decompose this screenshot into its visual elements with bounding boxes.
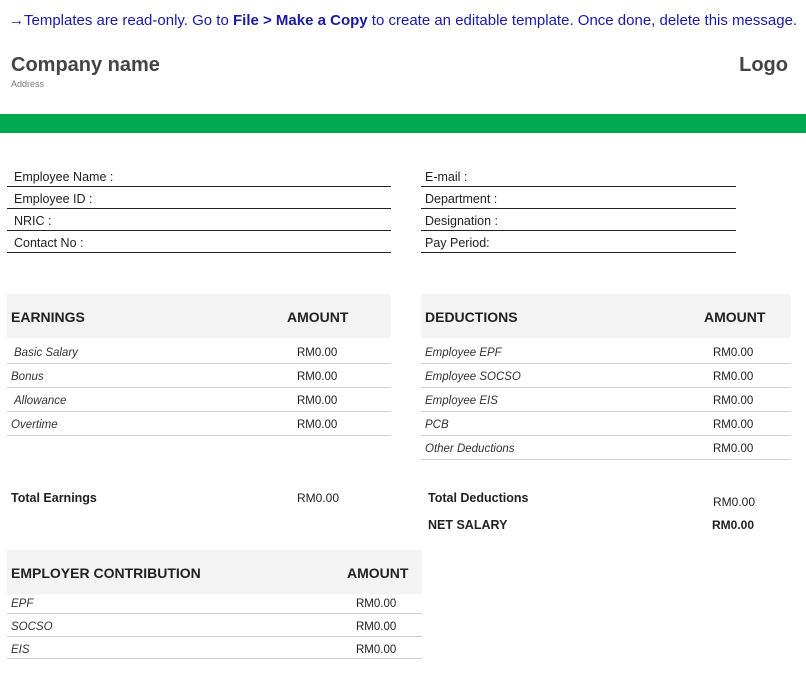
earnings-row-label: Basic Salary <box>14 347 78 359</box>
earnings-row: Bonus RM0.00 <box>7 364 391 388</box>
logo-placeholder: Logo <box>739 54 788 76</box>
deductions-row-label: Employee EIS <box>425 395 498 407</box>
employer-row-label: EPF <box>11 598 34 610</box>
designation-field: Designation : <box>421 209 736 231</box>
deductions-row: PCB RM0.00 <box>421 412 791 436</box>
earnings-row-value: RM0.00 <box>297 371 338 383</box>
deductions-row: Employee SOCSO RM0.00 <box>421 364 791 388</box>
deductions-row-label: Employee SOCSO <box>425 371 521 383</box>
accent-bar <box>0 114 806 133</box>
net-salary-value: RM0.00 <box>712 518 755 532</box>
earnings-row-label: Overtime <box>11 419 58 431</box>
earnings-amount-label: AMOUNT <box>287 309 349 325</box>
deductions-amount-label: AMOUNT <box>704 309 766 325</box>
notice-prefix: →Templates are read-only. Go to <box>9 12 233 29</box>
contact-no-field: Contact No : <box>7 231 391 253</box>
notice-suffix: to create an editable template. Once don… <box>367 12 798 29</box>
employer-row-value: RM0.00 <box>356 621 397 633</box>
employer-amount-label: AMOUNT <box>347 565 409 581</box>
employer-contribution-header: EMPLOYER CONTRIBUTION AMOUNT <box>7 550 422 594</box>
employer-row-value: RM0.00 <box>356 644 397 656</box>
department-field: Department : <box>421 187 736 209</box>
net-salary-label: NET SALARY <box>428 518 508 532</box>
deductions-row: Employee EPF RM0.00 <box>421 340 791 364</box>
earnings-row-value: RM0.00 <box>297 419 338 431</box>
company-name: Company name <box>11 54 160 76</box>
deductions-row: Employee EIS RM0.00 <box>421 388 791 412</box>
deductions-row-value: RM0.00 <box>713 371 754 383</box>
earnings-header: EARNINGS AMOUNT <box>7 294 391 338</box>
employer-row-label: EIS <box>11 644 30 656</box>
deductions-row-value: RM0.00 <box>713 395 754 407</box>
earnings-row-label: Allowance <box>14 395 67 407</box>
notice-menu-path: File > Make a Copy <box>233 12 368 29</box>
deductions-row: Other Deductions RM0.00 <box>421 436 791 460</box>
deductions-row-value: RM0.00 <box>713 347 754 359</box>
employer-row: SOCSO RM0.00 <box>7 614 422 637</box>
deductions-row-value: RM0.00 <box>713 443 754 455</box>
employee-id-field: Employee ID : <box>7 187 391 209</box>
readonly-notice: →Templates are read-only. Go to File > M… <box>9 12 797 29</box>
employer-row-label: SOCSO <box>11 621 53 633</box>
earnings-row: Allowance RM0.00 <box>7 388 391 412</box>
earnings-title: EARNINGS <box>11 309 85 325</box>
deductions-row-label: Other Deductions <box>425 443 515 455</box>
deductions-title: DEDUCTIONS <box>425 309 518 325</box>
employer-contribution-title: EMPLOYER CONTRIBUTION <box>11 565 201 581</box>
company-address: Address <box>11 79 45 89</box>
employer-row: EIS RM0.00 <box>7 637 422 659</box>
employer-row-value: RM0.00 <box>356 598 397 610</box>
total-deductions-value: RM0.00 <box>713 495 756 509</box>
deductions-header: DEDUCTIONS AMOUNT <box>421 294 791 338</box>
deductions-row-label: PCB <box>425 419 449 431</box>
total-deductions-label: Total Deductions <box>428 491 529 505</box>
employee-name-field: Employee Name : <box>7 165 391 187</box>
deductions-row-value: RM0.00 <box>713 419 754 431</box>
nric-field: NRIC : <box>7 209 391 231</box>
earnings-row-value: RM0.00 <box>297 395 338 407</box>
total-earnings-value: RM0.00 <box>297 491 340 505</box>
earnings-row: Basic Salary RM0.00 <box>7 340 391 364</box>
email-field: E-mail : <box>421 165 736 187</box>
earnings-row: Overtime RM0.00 <box>7 412 391 436</box>
total-earnings-label: Total Earnings <box>11 491 97 505</box>
earnings-row-label: Bonus <box>11 371 44 383</box>
earnings-row-value: RM0.00 <box>297 347 338 359</box>
deductions-row-label: Employee EPF <box>425 347 502 359</box>
employer-row: EPF RM0.00 <box>7 591 422 614</box>
pay-period-field: Pay Period: <box>421 231 736 253</box>
